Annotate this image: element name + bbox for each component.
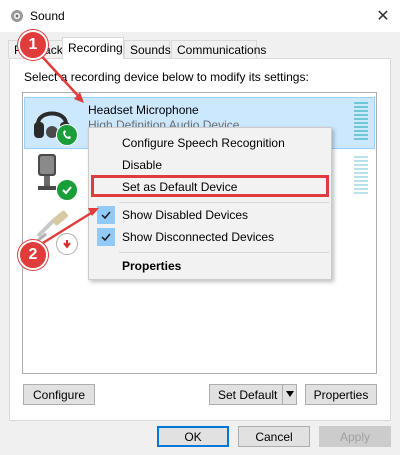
menu-item-label: Show Disabled Devices [122,208,249,222]
device-name: Headset Microphone [88,103,199,117]
speaker-icon [11,10,23,22]
checkmark-icon [97,228,115,246]
menu-item-label: Configure Speech Recognition [122,136,285,150]
annotation-badge-1: 1 [18,30,48,60]
menu-item-label: Disable [122,158,163,172]
tab-label: Communications [177,43,267,57]
badge-label: 1 [28,36,38,53]
menu-item-label: Properties [122,259,182,273]
set-default-button[interactable]: Set Default [209,384,297,405]
ok-button[interactable]: OK [157,426,229,447]
button-label: Apply [339,429,371,444]
configure-button[interactable]: Configure [23,384,95,405]
menu-item-show-disconnected-devices[interactable]: Show Disconnected Devices [89,226,331,248]
context-menu: Configure Speech Recognition Disable Set… [88,127,332,280]
tab-recording[interactable]: Recording [62,37,124,59]
dropdown-arrow-icon[interactable] [286,391,294,397]
menu-item-disable[interactable]: Disable [89,154,331,176]
button-label: Set Default [218,387,278,402]
menu-item-properties[interactable]: Properties [89,255,331,277]
close-icon: ✕ [376,8,390,25]
button-label: OK [184,429,202,444]
menu-item-label: Show Disconnected Devices [122,230,275,244]
checkmark-icon [97,206,115,224]
badge-label: 2 [28,246,38,263]
button-label: Properties [313,387,369,402]
cancel-button[interactable]: Cancel [238,426,310,447]
button-label: Cancel [255,429,293,444]
properties-button[interactable]: Properties [305,384,377,405]
level-meter [354,102,368,142]
apply-button[interactable]: Apply [319,426,391,447]
tab-communications[interactable]: Communications [171,40,266,58]
tab-sounds[interactable]: Sounds [124,40,171,58]
menu-item-show-disabled-devices[interactable]: Show Disabled Devices [89,204,331,226]
button-label: Configure [32,387,86,402]
menu-item-configure-speech-recognition[interactable]: Configure Speech Recognition [89,132,331,154]
close-button[interactable]: ✕ [366,0,400,32]
title-bar: Sound ✕ [0,0,400,32]
phone-status-icon [56,124,78,146]
split-divider [282,385,283,404]
tab-label: Sounds [130,43,171,57]
checkmark-status-icon [56,179,78,201]
disabled-status-icon [56,233,78,255]
annotation-badge-2: 2 [18,240,48,270]
menu-separator [119,202,329,203]
instruction-text: Select a recording device below to modif… [24,70,309,84]
level-meter [354,156,368,196]
menu-separator [119,252,329,253]
tab-label: Recording [68,41,123,55]
annotation-highlight-box [91,175,329,197]
window-title: Sound [30,9,65,23]
